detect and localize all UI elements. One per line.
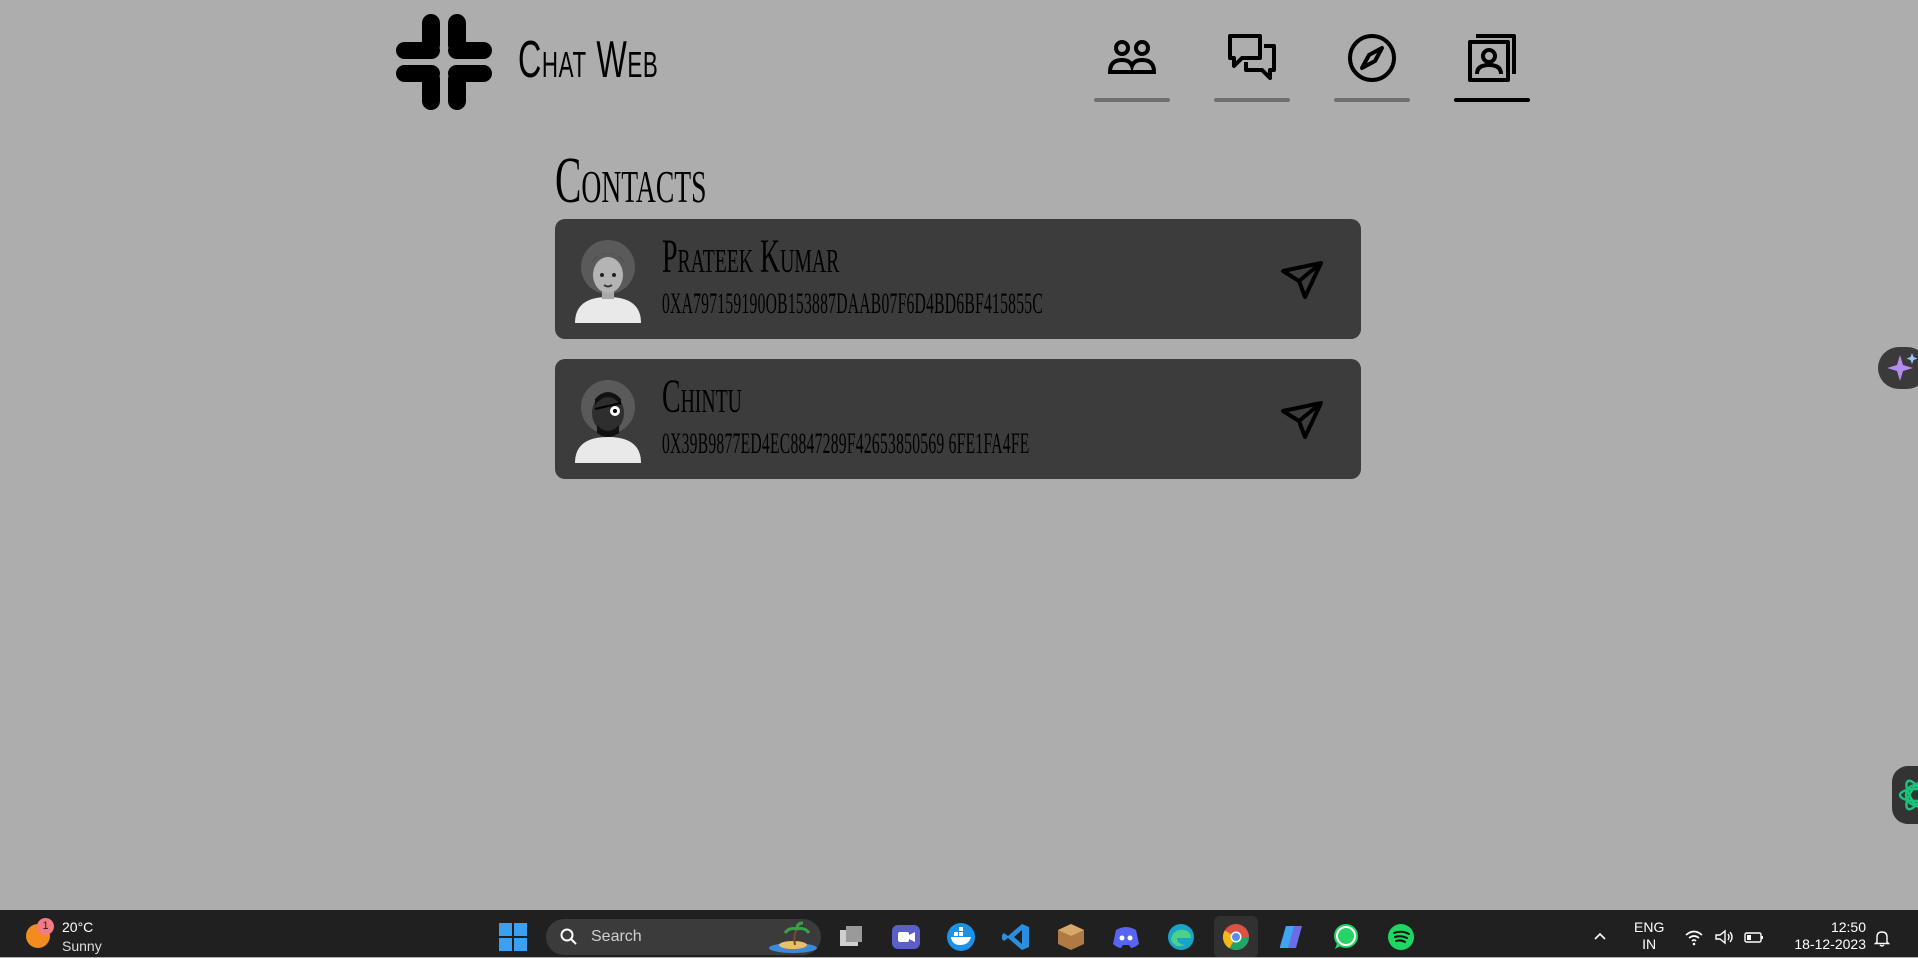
- taskbar-spotify[interactable]: [1386, 922, 1416, 952]
- avatar: [575, 380, 641, 463]
- contact-card[interactable]: Chintu 0x39B9877ED4EC8847289F42653850569…: [555, 359, 1361, 479]
- contact-name: Prateek Kumar: [662, 230, 840, 283]
- spotify-icon: [1388, 924, 1414, 950]
- app-title: Chat Web: [518, 31, 659, 89]
- docker-whale-icon: [947, 923, 975, 951]
- taskbar-copilot[interactable]: [1276, 922, 1306, 952]
- app-logo: [396, 14, 492, 110]
- weather-condition[interactable]: Sunny: [62, 938, 102, 954]
- taskbar-video-app[interactable]: [891, 922, 921, 952]
- contact-address: 0xA797159190OB153887DAAB07F6D4BD6BF41585…: [662, 287, 1044, 320]
- vscode-icon: [1002, 924, 1029, 950]
- windows-start-icon[interactable]: [498, 922, 528, 952]
- wifi-icon[interactable]: [1684, 928, 1704, 946]
- whatsapp-icon: [1334, 924, 1358, 949]
- nav-underline: [1214, 98, 1290, 102]
- compass-icon: [1348, 34, 1396, 82]
- taskbar-whatsapp[interactable]: [1331, 922, 1361, 952]
- nav-explore[interactable]: [1334, 30, 1410, 102]
- volume-icon[interactable]: [1714, 928, 1734, 946]
- avatar: [575, 240, 641, 323]
- chat-bubbles-icon: [1228, 34, 1276, 80]
- search-icon: [560, 928, 577, 945]
- clock-time: 12:50: [1830, 919, 1866, 935]
- taskbar-search-box[interactable]: Search: [546, 919, 821, 955]
- send-icon[interactable]: [1279, 399, 1325, 441]
- nav-users[interactable]: [1094, 30, 1170, 102]
- taskbar-minecraft[interactable]: [1056, 922, 1086, 952]
- nav-underline: [1334, 98, 1410, 102]
- slack-logo-icon: [396, 14, 492, 110]
- language-region: IN: [1642, 936, 1657, 952]
- file-explorer-icon: [840, 926, 862, 946]
- language-code: ENG: [1634, 919, 1665, 935]
- minecraft-block-icon: [1058, 924, 1084, 950]
- contact-name: Chintu: [662, 370, 742, 423]
- notification-bell-icon[interactable]: [1874, 929, 1890, 947]
- copilot-icon: [1280, 926, 1302, 948]
- nav-contacts[interactable]: [1454, 30, 1530, 102]
- taskbar-edge[interactable]: [1166, 922, 1196, 952]
- windows-taskbar: 1 20°C Sunny Search ENG IN 12:50 18-12-2…: [0, 910, 1918, 958]
- weather-temperature[interactable]: 20°C: [62, 919, 93, 935]
- contact-address: 0x39B9877ED4EC8847289F42653850569 6FE1FA…: [662, 427, 1030, 460]
- search-placeholder: Search: [591, 928, 642, 945]
- taskbar-discord[interactable]: [1111, 922, 1141, 952]
- ai-sparkle-button[interactable]: [1878, 347, 1918, 389]
- clock-date: 18-12-2023: [1794, 936, 1866, 952]
- weather-notification-badge: 1: [37, 918, 54, 935]
- chevron-up-icon[interactable]: [1592, 928, 1608, 944]
- nav-chats[interactable]: [1214, 30, 1290, 102]
- taskbar-chrome[interactable]: [1214, 916, 1258, 958]
- nav-underline-active: [1454, 98, 1530, 102]
- send-icon[interactable]: [1279, 259, 1325, 301]
- chrome-browser-icon: [1222, 924, 1250, 951]
- video-camera-icon: [892, 925, 920, 949]
- taskbar-file-explorer[interactable]: [836, 922, 866, 952]
- users-icon: [1107, 40, 1157, 74]
- page-title: Contacts: [555, 144, 707, 217]
- contact-list: Prateek Kumar 0xA797159190OB153887DAAB07…: [555, 219, 1361, 499]
- battery-icon[interactable]: [1744, 928, 1764, 946]
- main-nav: [1094, 30, 1530, 102]
- nav-underline: [1094, 98, 1170, 102]
- sparkle-icon: [1887, 353, 1918, 381]
- system-clock[interactable]: 12:50 18-12-2023: [1780, 919, 1866, 953]
- edge-browser-icon: [1168, 924, 1194, 950]
- openai-icon: [1898, 779, 1918, 811]
- taskbar-docker[interactable]: [946, 922, 976, 952]
- chatgpt-assistant-button[interactable]: [1892, 766, 1918, 824]
- language-indicator[interactable]: ENG IN: [1634, 919, 1664, 953]
- taskbar-vscode[interactable]: [1001, 922, 1031, 952]
- discord-icon: [1113, 927, 1139, 948]
- contacts-book-icon: [1468, 34, 1516, 82]
- contact-card[interactable]: Prateek Kumar 0xA797159190OB153887DAAB07…: [555, 219, 1361, 339]
- beach-island-icon: [769, 921, 817, 953]
